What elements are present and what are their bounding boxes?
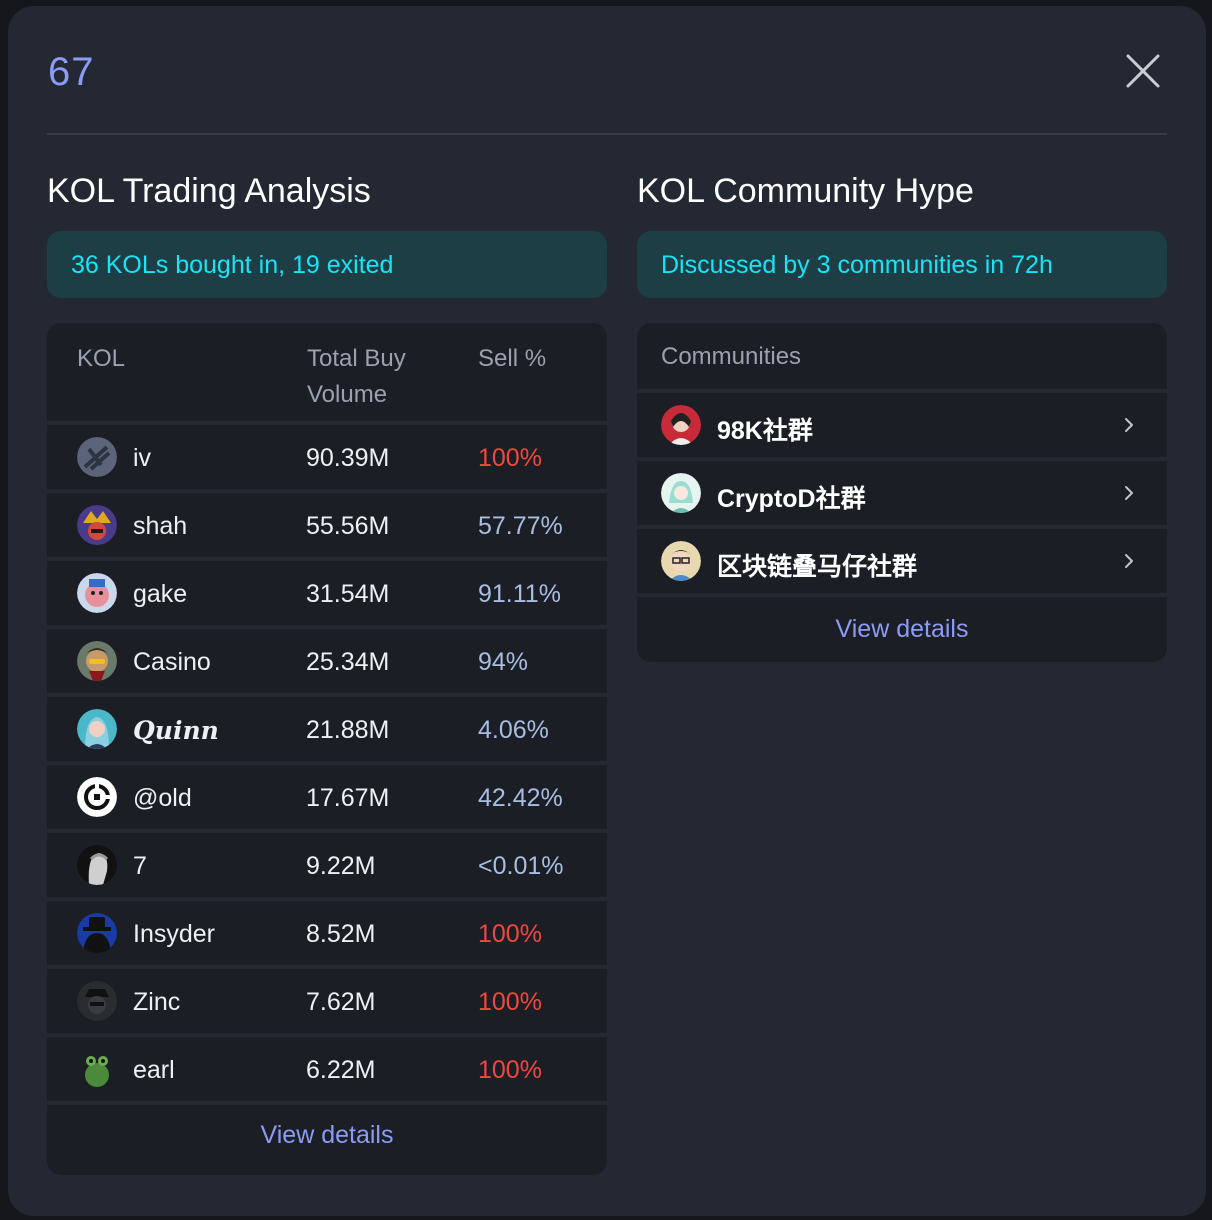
- avatar-7: [77, 845, 117, 885]
- avatar-cryptod: [661, 473, 701, 513]
- community-name: CryptoD社群: [717, 485, 866, 513]
- kol-volume: 25.34M: [306, 648, 390, 676]
- kol-sell-percent: 57.77%: [478, 512, 563, 540]
- kol-sell-percent: 100%: [478, 1056, 542, 1084]
- kol-volume: 7.62M: [306, 988, 376, 1016]
- kol-modal: 67 KOL Trading Analysis 36 KOLs bought i…: [8, 6, 1206, 1216]
- community-row[interactable]: 区块链叠马仔社群: [637, 529, 1167, 597]
- community-name: 98K社群: [717, 417, 813, 445]
- kol-sell-percent: 4.06%: [478, 716, 549, 744]
- kol-name: gake: [133, 580, 188, 608]
- kol-sell-percent: 91.11%: [478, 580, 561, 608]
- kol-row[interactable]: 7 9.22M <0.01%: [47, 833, 607, 901]
- kol-row[interactable]: Zinc 7.62M 100%: [47, 969, 607, 1037]
- column-header-sell: Sell %: [478, 345, 547, 372]
- kol-volume: 17.67M: [306, 784, 390, 812]
- kol-name: Quinn: [133, 716, 219, 745]
- avatar-zinc: [77, 981, 117, 1021]
- avatar-98k: [661, 405, 701, 445]
- community-row[interactable]: 98K社群: [637, 393, 1167, 461]
- kol-sell-percent: 94%: [478, 648, 529, 676]
- close-icon: [1126, 54, 1160, 88]
- kol-row[interactable]: iv 90.39M 100%: [47, 425, 607, 493]
- avatar-blockchain: [661, 541, 701, 581]
- chevron-right-icon: [1125, 554, 1133, 568]
- avatar-casino: [77, 641, 117, 681]
- kol-row[interactable]: Casino 25.34M 94%: [47, 629, 607, 697]
- kol-volume: 8.52M: [306, 920, 376, 948]
- column-header-communities: Communities: [661, 343, 802, 370]
- avatar-earl: [77, 1049, 117, 1089]
- community-row[interactable]: CryptoD社群: [637, 461, 1167, 529]
- kol-name: Casino: [133, 648, 211, 676]
- kol-sell-percent: 42.42%: [478, 784, 563, 812]
- avatar-quinn: [77, 709, 117, 749]
- community-table-header: Communities: [637, 323, 1167, 393]
- modal-title: 67: [48, 50, 95, 94]
- trading-section-title: KOL Trading Analysis: [47, 172, 371, 210]
- column-header-kol: KOL: [77, 345, 126, 372]
- kol-volume: 21.88M: [306, 716, 390, 744]
- avatar-iv: [77, 437, 117, 477]
- avatar-gake: [77, 573, 117, 613]
- kol-sell-percent: 100%: [478, 444, 542, 472]
- avatar-insyder: [77, 913, 117, 953]
- kol-row[interactable]: @old 17.67M 42.42%: [47, 765, 607, 833]
- kol-name: shah: [133, 512, 188, 540]
- kol-volume: 6.22M: [306, 1056, 376, 1084]
- kol-name: 7: [133, 852, 147, 880]
- column-header-volume: Total Buy Volume: [307, 345, 406, 408]
- community-summary: Discussed by 3 communities in 72h: [637, 231, 1167, 298]
- avatar-old: [77, 777, 117, 817]
- community-section-title: KOL Community Hype: [637, 172, 974, 210]
- kol-table: KOL Total Buy Volume Sell % iv 90.39M 100…: [47, 323, 607, 1175]
- chevron-right-icon: [1125, 418, 1133, 432]
- community-name: 区块链叠马仔社群: [717, 553, 918, 581]
- kol-view-details-link[interactable]: View details: [47, 1121, 607, 1150]
- kol-name: iv: [133, 444, 152, 472]
- header-divider: [47, 133, 1167, 135]
- kol-row[interactable]: shah 55.56M 57.77%: [47, 493, 607, 561]
- kol-volume: 55.56M: [306, 512, 390, 540]
- community-table: Communities 98K社群 CryptoD社群 区块链叠马仔社群 Vie…: [637, 323, 1167, 662]
- kol-sell-percent: 100%: [478, 920, 542, 948]
- kol-name: Insyder: [133, 920, 215, 948]
- trading-summary: 36 KOLs bought in, 19 exited: [47, 231, 607, 298]
- kol-row[interactable]: earl 6.22M 100%: [47, 1037, 607, 1105]
- kol-volume: 9.22M: [306, 852, 376, 880]
- kol-sell-percent: <0.01%: [478, 852, 564, 880]
- community-view-details-link[interactable]: View details: [637, 615, 1167, 644]
- kol-table-header: KOL Total Buy Volume Sell %: [47, 323, 607, 425]
- kol-name: @old: [133, 784, 192, 812]
- kol-sell-percent: 100%: [478, 988, 542, 1016]
- kol-volume: 90.39M: [306, 444, 390, 472]
- kol-name: earl: [133, 1056, 175, 1084]
- chevron-right-icon: [1125, 486, 1133, 500]
- kol-row[interactable]: Quinn 21.88M 4.06%: [47, 697, 607, 765]
- close-button[interactable]: [1122, 50, 1164, 92]
- kol-volume: 31.54M: [306, 580, 390, 608]
- kol-row[interactable]: Insyder 8.52M 100%: [47, 901, 607, 969]
- kol-row[interactable]: gake 31.54M 91.11%: [47, 561, 607, 629]
- kol-name: Zinc: [133, 988, 181, 1016]
- avatar-shah: [77, 505, 117, 545]
